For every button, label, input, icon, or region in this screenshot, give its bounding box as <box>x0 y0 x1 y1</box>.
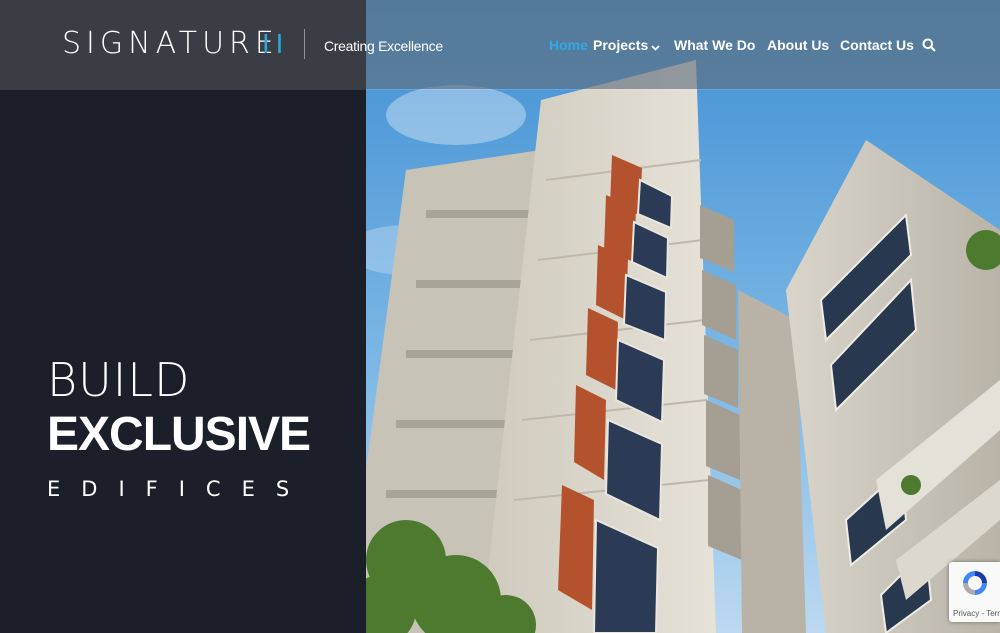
nav-contact-us[interactable]: Contact Us <box>840 37 914 53</box>
hero-line-build: BUILD <box>47 353 191 407</box>
left-panel <box>0 0 366 633</box>
site-header: SIGNATURE II Creating Excellence Home Pr… <box>0 0 1000 90</box>
nav-about-us[interactable]: About Us <box>767 37 829 53</box>
recaptcha-icon <box>960 568 990 603</box>
nav-projects[interactable]: Projects <box>593 37 660 54</box>
hero-headline: BUILD EXCLUSIVE EDIFICES <box>47 353 311 501</box>
nav-home[interactable]: Home <box>549 37 588 53</box>
hero-line-edifices: EDIFICES <box>47 477 311 501</box>
nav-what-we-do[interactable]: What We Do <box>674 37 755 53</box>
hero-image <box>366 0 1000 633</box>
search-icon[interactable] <box>922 38 936 55</box>
main-nav: Home Projects What We Do About Us Contac… <box>0 37 1000 57</box>
chevron-down-icon <box>651 38 660 54</box>
nav-projects-label: Projects <box>593 37 649 53</box>
recaptcha-badge[interactable]: Privacy - Terms <box>949 562 1000 622</box>
hero-line-exclusive: EXCLUSIVE <box>47 408 311 461</box>
recaptcha-links[interactable]: Privacy - Terms <box>953 609 1000 618</box>
